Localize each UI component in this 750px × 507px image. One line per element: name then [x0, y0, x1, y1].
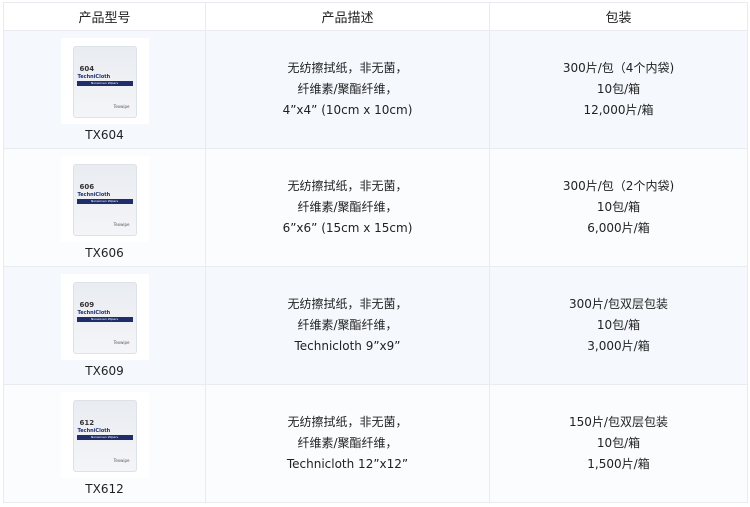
description-line: 无纺擦拭纸，非无菌，	[287, 61, 408, 75]
package-maker: Texwipe	[113, 339, 130, 345]
model-cell: 604 TechniCloth Nonwoven Wipers Texwipe …	[3, 30, 206, 149]
product-image: 604 TechniCloth Nonwoven Wipers Texwipe	[60, 37, 149, 124]
model-cell: 606 TechniCloth Nonwoven Wipers Texwipe …	[3, 148, 206, 267]
model-code: TX604	[85, 127, 124, 142]
packaging-cell: 300片/包（2个内袋) 10包/箱 6,000片/箱	[489, 148, 748, 267]
description-line: Technicloth 9”x9”	[294, 339, 401, 353]
packaging-line: 1,500片/箱	[587, 457, 650, 471]
package-brand: TechniCloth	[77, 73, 111, 80]
package-number: 609	[79, 300, 95, 309]
table-row: 609 TechniCloth Nonwoven Wipers Texwipe …	[3, 266, 748, 385]
packaging-line: 300片/包双层包装	[569, 297, 668, 311]
description-cell: 无纺擦拭纸，非无菌， 纤维素/聚酯纤维， 4”x4” (10cm x 10cm)	[205, 30, 490, 149]
table-row: 606 TechniCloth Nonwoven Wipers Texwipe …	[3, 148, 748, 267]
table-row: 612 TechniCloth Nonwoven Wipers Texwipe …	[3, 384, 748, 503]
header-model: 产品型号	[3, 2, 206, 31]
package-number: 612	[79, 418, 95, 427]
package-brand: TechniCloth	[77, 191, 111, 198]
packaging-line: 10包/箱	[596, 82, 641, 96]
model-cell: 609 TechniCloth Nonwoven Wipers Texwipe …	[3, 266, 206, 385]
package-band: Nonwoven Wipers	[76, 80, 133, 86]
packaging-line: 10包/箱	[596, 200, 641, 214]
description-line: 纤维素/聚酯纤维，	[297, 200, 398, 214]
model-code: TX609	[85, 363, 124, 378]
packaging-line: 6,000片/箱	[587, 221, 650, 235]
package-maker: Texwipe	[113, 103, 130, 109]
description-line: 纤维素/聚酯纤维，	[297, 318, 398, 332]
description-line: Technicloth 12”x12”	[286, 457, 409, 471]
description-line: 纤维素/聚酯纤维，	[297, 82, 398, 96]
package-maker: Texwipe	[113, 457, 130, 463]
package-brand: TechniCloth	[77, 427, 111, 434]
product-table: 产品型号 产品描述 包装 604 TechniCloth Nonwoven Wi…	[3, 2, 748, 503]
product-image: 606 TechniCloth Nonwoven Wipers Texwipe	[60, 155, 149, 242]
model-code: TX606	[85, 245, 124, 260]
package-brand: TechniCloth	[77, 309, 111, 316]
packaging-cell: 150片/包双层包装 10包/箱 1,500片/箱	[489, 384, 748, 503]
description-cell: 无纺擦拭纸，非无菌， 纤维素/聚酯纤维， Technicloth 12”x12”	[205, 384, 490, 503]
package-band: Nonwoven Wipers	[76, 316, 133, 322]
model-code: TX612	[85, 481, 124, 496]
package-number: 604	[79, 64, 95, 73]
packaging-line: 300片/包（4个内袋)	[562, 61, 675, 75]
package-band: Nonwoven Wipers	[76, 434, 133, 440]
packaging-line: 150片/包双层包装	[569, 415, 668, 429]
packaging-line: 10包/箱	[596, 318, 641, 332]
package-band: Nonwoven Wipers	[76, 198, 133, 204]
packaging-cell: 300片/包（4个内袋) 10包/箱 12,000片/箱	[489, 30, 748, 149]
description-line: 6”x6” (15cm x 15cm)	[282, 221, 413, 235]
packaging-line: 300片/包（2个内袋)	[562, 179, 675, 193]
description-line: 纤维素/聚酯纤维，	[297, 436, 398, 450]
packaging-line: 12,000片/箱	[583, 103, 654, 117]
description-line: 无纺擦拭纸，非无菌，	[287, 179, 408, 193]
description-line: 4”x4” (10cm x 10cm)	[282, 103, 413, 117]
description-cell: 无纺擦拭纸，非无菌， 纤维素/聚酯纤维， Technicloth 9”x9”	[205, 266, 490, 385]
product-image: 609 TechniCloth Nonwoven Wipers Texwipe	[60, 273, 149, 360]
model-cell: 612 TechniCloth Nonwoven Wipers Texwipe …	[3, 384, 206, 503]
header-packaging: 包装	[489, 2, 748, 31]
package-maker: Texwipe	[113, 221, 130, 227]
header-description: 产品描述	[205, 2, 490, 31]
description-line: 无纺擦拭纸，非无菌，	[287, 297, 408, 311]
table-row: 604 TechniCloth Nonwoven Wipers Texwipe …	[3, 30, 748, 149]
header-row: 产品型号 产品描述 包装	[3, 2, 748, 31]
packaging-line: 3,000片/箱	[587, 339, 650, 353]
packaging-cell: 300片/包双层包装 10包/箱 3,000片/箱	[489, 266, 748, 385]
package-number: 606	[79, 182, 95, 191]
description-cell: 无纺擦拭纸，非无菌， 纤维素/聚酯纤维， 6”x6” (15cm x 15cm)	[205, 148, 490, 267]
product-image: 612 TechniCloth Nonwoven Wipers Texwipe	[60, 391, 149, 478]
packaging-line: 10包/箱	[596, 436, 641, 450]
description-line: 无纺擦拭纸，非无菌，	[287, 415, 408, 429]
